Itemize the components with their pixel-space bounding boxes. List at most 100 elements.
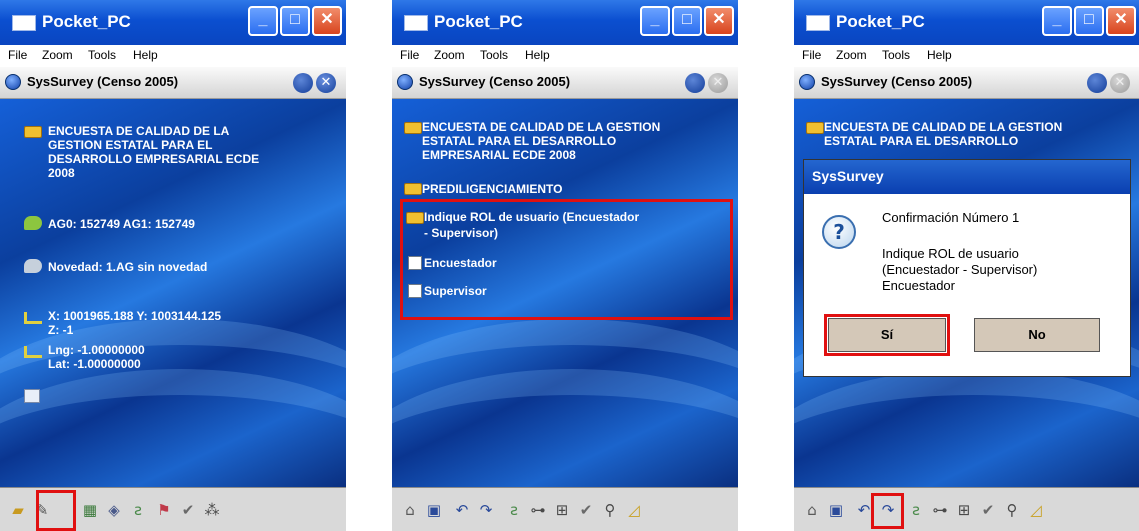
- menu-file[interactable]: File: [8, 48, 27, 62]
- check-icon[interactable]: ✔: [178, 500, 198, 520]
- xy-coordinates[interactable]: X: 1001965.188 Y: 1003144.125: [48, 309, 221, 323]
- app-close-button[interactable]: ✕: [708, 73, 728, 93]
- chart-icon[interactable]: ◿: [1026, 500, 1046, 520]
- app-menu-button[interactable]: [1087, 73, 1107, 93]
- survey-title-line-1[interactable]: ENCUESTA DE CALIDAD DE LA: [48, 124, 229, 138]
- survey-title-line-2[interactable]: ESTATAL PARA EL DESARROLLO: [422, 134, 616, 148]
- survey-title-line-1[interactable]: ENCUESTA DE CALIDAD DE LA GESTION: [422, 120, 660, 134]
- menu-tools[interactable]: Tools: [882, 48, 910, 62]
- app-header: SysSurvey (Censo 2005) ✕: [0, 67, 346, 99]
- highlight-redo-button: [871, 493, 904, 529]
- window-icon: [806, 15, 830, 31]
- app-menu-button[interactable]: [293, 73, 313, 93]
- menu-help[interactable]: Help: [525, 48, 550, 62]
- check-icon[interactable]: ✔: [978, 500, 998, 520]
- highlight-edit-button: [36, 490, 76, 531]
- app-logo-icon: [799, 74, 815, 90]
- home-icon[interactable]: ⌂: [400, 500, 420, 520]
- longitude[interactable]: Lng: -1.00000000: [48, 343, 145, 357]
- menu-tools[interactable]: Tools: [88, 48, 116, 62]
- redo-icon[interactable]: ↷: [476, 500, 496, 520]
- survey-title-line-3[interactable]: DESARROLLO EMPRESARIAL ECDE: [48, 152, 259, 166]
- map-icon[interactable]: ▦: [80, 500, 100, 520]
- app-title: SysSurvey (Censo 2005): [419, 74, 571, 89]
- app-menu-button[interactable]: [685, 73, 705, 93]
- bottom-toolbar: ⌂ ▣ ↶ ↷ ƨ ⊶ ⊞ ✔ ⚲ ◿: [392, 487, 738, 531]
- note-icon[interactable]: [24, 389, 40, 403]
- flag-icon[interactable]: ⚑: [154, 500, 174, 520]
- highlight-yes-button: [824, 314, 950, 356]
- dialog-body-line-1: Indique ROL de usuario: [882, 246, 1019, 261]
- gps-icon[interactable]: ◈: [104, 500, 124, 520]
- folder-icon: [24, 126, 42, 138]
- save-icon[interactable]: ▣: [424, 500, 444, 520]
- survey-content: ENCUESTA DE CALIDAD DE LA GESTION ESTATA…: [794, 99, 1139, 487]
- folder-open-icon: [806, 122, 824, 134]
- chart-icon[interactable]: ◿: [624, 500, 644, 520]
- folder-icon[interactable]: ▰: [8, 500, 28, 520]
- search-icon[interactable]: ⚲: [600, 500, 620, 520]
- network-icon[interactable]: ⊶: [528, 500, 548, 520]
- menu-help[interactable]: Help: [133, 48, 158, 62]
- survey-title-line-3[interactable]: EMPRESARIAL ECDE 2008: [422, 148, 576, 162]
- minimize-button[interactable]: _: [640, 6, 670, 36]
- menu-file[interactable]: File: [400, 48, 419, 62]
- menu-bar: File Zoom Tools Help: [392, 45, 738, 67]
- dialog-body-line-3: Encuestador: [882, 278, 955, 293]
- app-close-button[interactable]: ✕: [1110, 73, 1130, 93]
- menu-zoom[interactable]: Zoom: [42, 48, 73, 62]
- survey-title-line-1[interactable]: ENCUESTA DE CALIDAD DE LA GESTION: [824, 120, 1062, 134]
- signal-icon[interactable]: ƨ: [504, 500, 524, 520]
- search-icon[interactable]: ⚲: [1002, 500, 1022, 520]
- signal-icon[interactable]: ƨ: [128, 500, 148, 520]
- maximize-button[interactable]: □: [280, 6, 310, 36]
- app-title: SysSurvey (Censo 2005): [27, 74, 179, 89]
- ag-codes[interactable]: AG0: 152749 AG1: 152749: [48, 217, 195, 231]
- close-button[interactable]: ✕: [312, 6, 342, 36]
- app-logo-icon: [397, 74, 413, 90]
- app-logo-icon: [5, 74, 21, 90]
- latitude[interactable]: Lat: -1.00000000: [48, 357, 141, 371]
- maximize-button[interactable]: □: [1074, 6, 1104, 36]
- app-title: SysSurvey (Censo 2005): [821, 74, 973, 89]
- survey-content: ENCUESTA DE CALIDAD DE LA GESTION ESTATA…: [0, 99, 346, 487]
- menu-zoom[interactable]: Zoom: [836, 48, 867, 62]
- prediligenciamiento-node[interactable]: PREDILIGENCIAMIENTO: [422, 182, 562, 196]
- dialog-title: SysSurvey: [812, 168, 884, 184]
- novedad-status[interactable]: Novedad: 1.AG sin novedad: [48, 260, 207, 274]
- undo-icon[interactable]: ↶: [452, 500, 472, 520]
- close-button[interactable]: ✕: [704, 6, 734, 36]
- pocket-pc-screen-3: Pocket_PC _ □ ✕ File Zoom Tools Help Sys…: [794, 0, 1139, 531]
- network-icon[interactable]: ⊶: [930, 500, 950, 520]
- window-icon: [12, 15, 36, 31]
- menu-tools[interactable]: Tools: [480, 48, 508, 62]
- z-coordinate[interactable]: Z: -1: [48, 323, 73, 337]
- save-icon[interactable]: ▣: [826, 500, 846, 520]
- minimize-button[interactable]: _: [1042, 6, 1072, 36]
- folder-open-icon: [404, 122, 422, 134]
- location-pin-icon: [24, 216, 42, 230]
- folder-icon: [404, 183, 422, 195]
- tree-icon[interactable]: ⁂: [202, 500, 222, 520]
- dialog-title-bar: SysSurvey: [804, 160, 1130, 194]
- signal-icon[interactable]: ƨ: [906, 500, 926, 520]
- app-close-button[interactable]: ✕: [316, 73, 336, 93]
- minimize-button[interactable]: _: [248, 6, 278, 36]
- survey-title-line-2[interactable]: GESTION ESTATAL PARA EL: [48, 138, 212, 152]
- home-icon[interactable]: ⌂: [802, 500, 822, 520]
- survey-title-line-2[interactable]: ESTATAL PARA EL DESARROLLO: [824, 134, 1018, 148]
- window-title-bar: Pocket_PC _ □ ✕: [794, 0, 1139, 45]
- coordinates-icon: [24, 312, 42, 324]
- grid-icon[interactable]: ⊞: [552, 500, 572, 520]
- window-title: Pocket_PC: [42, 12, 131, 31]
- menu-help[interactable]: Help: [927, 48, 952, 62]
- survey-title-line-4[interactable]: 2008: [48, 166, 75, 180]
- menu-zoom[interactable]: Zoom: [434, 48, 465, 62]
- menu-file[interactable]: File: [802, 48, 821, 62]
- check-icon[interactable]: ✔: [576, 500, 596, 520]
- grid-icon[interactable]: ⊞: [954, 500, 974, 520]
- close-button[interactable]: ✕: [1106, 6, 1136, 36]
- maximize-button[interactable]: □: [672, 6, 702, 36]
- bottom-toolbar: ⌂ ▣ ↶ ↷ ƨ ⊶ ⊞ ✔ ⚲ ◿: [794, 487, 1139, 531]
- no-button[interactable]: No: [974, 318, 1100, 352]
